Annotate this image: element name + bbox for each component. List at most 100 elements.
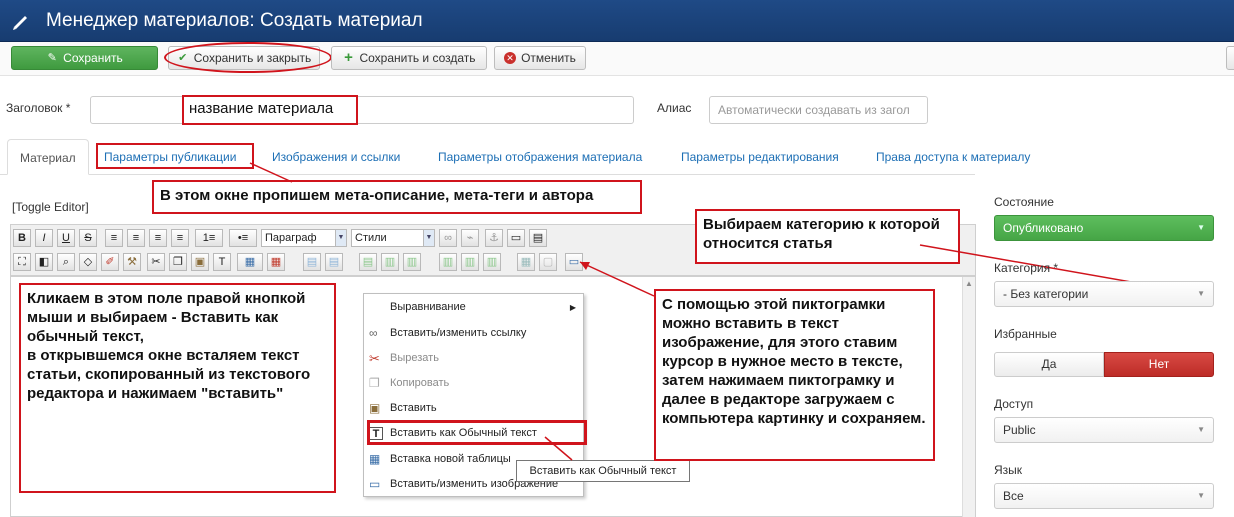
options-button[interactable] — [1226, 46, 1234, 70]
menu-item-link[interactable]: ∞ Вставить/изменить ссылку — [366, 321, 582, 346]
blockquote-icon[interactable]: ▤ — [529, 229, 547, 247]
save-new-button[interactable]: + Сохранить и создать — [331, 46, 487, 70]
merge-icon[interactable]: ▥ — [461, 253, 479, 271]
paste-text-icon[interactable]: T — [213, 253, 231, 271]
chevron-down-icon: ▼ — [1197, 223, 1205, 232]
chevron-down-icon: ▼ — [1197, 491, 1205, 500]
copy-icon: ❐ — [369, 376, 380, 390]
format-select[interactable]: Параграф ▼ — [261, 229, 347, 247]
copy-icon[interactable]: ❐ — [169, 253, 187, 271]
table-icon: ▦ — [369, 452, 381, 466]
align-center-icon[interactable]: ≡ — [149, 229, 167, 247]
paste-text-highlight — [367, 420, 587, 445]
menu-item-cut[interactable]: ✂ Вырезать — [366, 346, 582, 371]
search-icon[interactable]: ⌕ — [57, 253, 75, 271]
access-label: Доступ — [994, 397, 1034, 411]
preview-icon[interactable]: ◧ — [35, 253, 53, 271]
cell-props-icon[interactable]: ▦ — [517, 253, 535, 271]
align-right-icon[interactable]: ≡ — [171, 229, 189, 247]
fullscreen-icon[interactable]: ⛶ — [13, 253, 31, 271]
tab-edit-params[interactable]: Параметры редактирования — [681, 139, 839, 175]
plus-icon: + — [344, 49, 353, 66]
editor-annotation: Кликаем в этом поле правой кнопкой мыши … — [19, 283, 336, 493]
align-justify-icon[interactable]: ≡ — [105, 229, 123, 247]
ordered-list-icon[interactable]: 1≡ — [195, 229, 223, 247]
link-icon[interactable]: ∞ — [439, 229, 457, 247]
row-props-icon[interactable]: ▢ — [539, 253, 557, 271]
alias-input[interactable]: Автоматически создавать из загол — [709, 96, 928, 124]
tab-access-rights[interactable]: Права доступа к материалу — [876, 139, 1030, 175]
link-icon: ∞ — [369, 326, 378, 340]
split-icon[interactable]: ▥ — [483, 253, 501, 271]
publication-annotation: В этом окне пропишем мета-описание, мета… — [152, 180, 642, 214]
state-select[interactable]: Опубликовано ▼ — [994, 215, 1214, 241]
alias-label: Алиас — [657, 101, 692, 115]
page-title: Менеджер материалов: Создать материал — [46, 10, 423, 31]
category-annotation: Выбираем категорию к которой относится с… — [695, 209, 960, 264]
publication-highlight — [96, 143, 254, 169]
editor-scrollbar[interactable]: ▲ — [962, 277, 975, 517]
anchor-icon[interactable]: ⚓ — [485, 229, 503, 247]
col-after-icon[interactable]: ▥ — [403, 253, 421, 271]
cancel-button[interactable]: ✕ Отменить — [494, 46, 586, 70]
table-icon[interactable]: ▦ — [237, 253, 263, 271]
category-select[interactable]: - Без категории ▼ — [994, 281, 1214, 307]
underline-icon[interactable]: U — [57, 229, 75, 247]
clean-icon[interactable]: ⚒ — [123, 253, 141, 271]
chevron-down-icon: ▼ — [335, 230, 346, 246]
delete-col-icon[interactable]: ▥ — [439, 253, 457, 271]
title-input[interactable] — [90, 96, 634, 124]
styles-select[interactable]: Стили ▼ — [351, 229, 435, 247]
language-select[interactable]: Все ▼ — [994, 483, 1214, 509]
chevron-down-icon: ▼ — [1197, 289, 1205, 298]
chevron-down-icon: ▼ — [1197, 425, 1205, 434]
image-annotation: С помощью этой пиктограмки можно вставит… — [654, 289, 935, 461]
featured-label: Избранные — [994, 327, 1057, 341]
eraser-icon[interactable]: ✐ — [101, 253, 119, 271]
unlink-icon[interactable]: ⌁ — [461, 229, 479, 247]
chevron-down-icon: ▼ — [423, 230, 434, 246]
app-header: Менеджер материалов: Создать материал — [0, 0, 1234, 42]
strike-icon[interactable]: S — [79, 229, 97, 247]
col-before-icon[interactable]: ▥ — [381, 253, 399, 271]
paste-icon[interactable]: ▣ — [191, 253, 209, 271]
access-select[interactable]: Public ▼ — [994, 417, 1214, 443]
tooltip: Вставить как Обычный текст — [516, 460, 690, 482]
menu-item-align[interactable]: Выравнивание ▶ — [366, 295, 582, 320]
paste-icon: ▣ — [369, 401, 381, 415]
cancel-icon: ✕ — [504, 52, 517, 64]
chevron-right-icon: ▶ — [569, 303, 576, 312]
bullet-list-icon[interactable]: •≡ — [229, 229, 257, 247]
title-label: Заголовок * — [6, 101, 71, 115]
pencil-icon — [13, 16, 27, 30]
italic-icon[interactable]: I — [35, 229, 53, 247]
cut-icon[interactable]: ✂ — [147, 253, 165, 271]
bold-icon[interactable]: B — [13, 229, 31, 247]
hr-icon[interactable]: ▭ — [507, 229, 525, 247]
align-left-icon[interactable]: ≡ — [127, 229, 145, 247]
menu-item-paste[interactable]: ▣ Вставить — [366, 396, 582, 421]
language-label: Язык — [994, 463, 1023, 477]
image-icon: ▭ — [369, 477, 381, 491]
toolbar: ✎ Сохранить ✔ Сохранить и закрыть + Сохрани… — [0, 42, 1234, 76]
row-after-icon[interactable]: ▤ — [325, 253, 343, 271]
state-label: Состояние — [994, 195, 1054, 209]
code-icon[interactable]: ◇ — [79, 253, 97, 271]
cut-icon: ✂ — [369, 351, 380, 366]
delete-table-icon[interactable]: ▦ — [267, 253, 285, 271]
featured-no-button[interactable]: Нет — [1104, 352, 1214, 377]
toggle-editor-link[interactable]: [Toggle Editor] — [12, 200, 89, 214]
menu-item-copy[interactable]: ❐ Копировать — [366, 371, 582, 396]
tab-images-links[interactable]: Изображения и ссылки — [272, 139, 400, 175]
category-label: Категория * — [994, 261, 1059, 275]
highlight-oval — [164, 42, 332, 73]
title-annotation: название материала — [182, 95, 358, 125]
row-before-icon[interactable]: ▤ — [303, 253, 321, 271]
tab-material[interactable]: Материал — [7, 139, 89, 175]
tab-display-params[interactable]: Параметры отображения материала — [438, 139, 642, 175]
image-icon[interactable]: ▭ — [565, 253, 583, 271]
save-icon: ✎ — [47, 52, 57, 64]
save-button[interactable]: ✎ Сохранить — [11, 46, 158, 70]
delete-row-icon[interactable]: ▤ — [359, 253, 377, 271]
featured-yes-button[interactable]: Да — [994, 352, 1104, 377]
